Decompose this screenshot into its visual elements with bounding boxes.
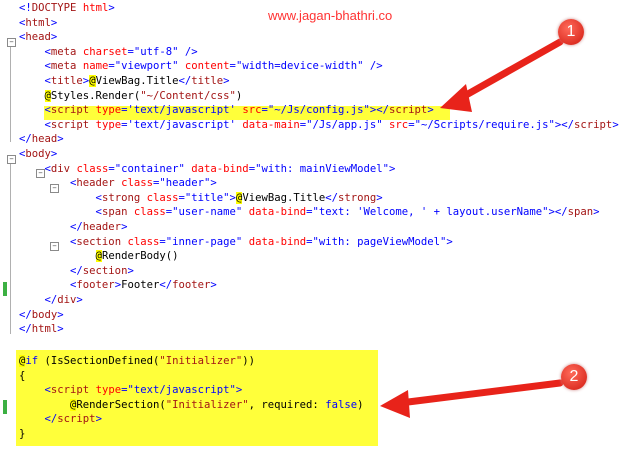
arrow-2 (388, 379, 564, 408)
arrow-2-head (380, 390, 410, 418)
arrow-1-head (440, 84, 472, 112)
annotation-arrows (380, 38, 564, 418)
badge-1: 1 (558, 19, 584, 45)
arrow-1 (448, 38, 564, 107)
badge-2: 2 (561, 364, 587, 390)
